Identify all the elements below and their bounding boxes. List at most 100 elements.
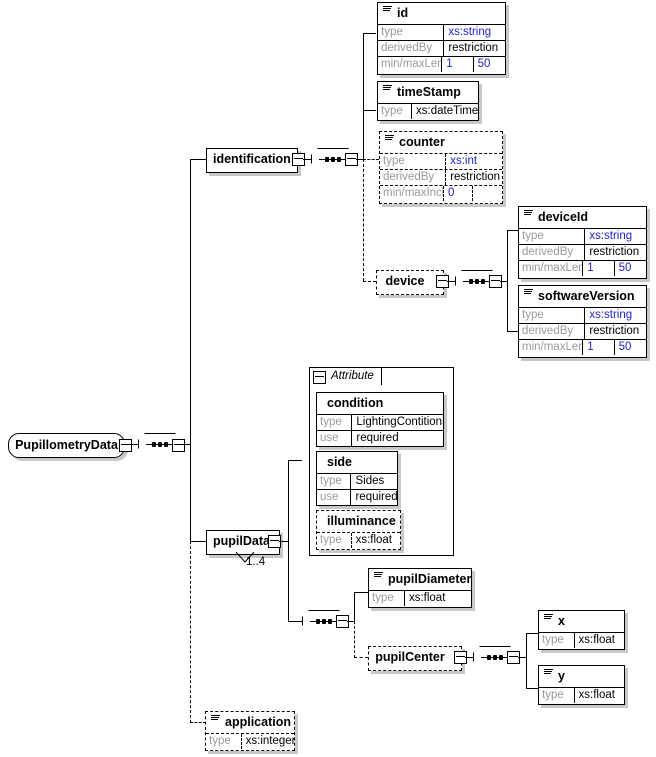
element-detail-counter[interactable]: counter type xs:int derivedBy restrictio… — [379, 131, 503, 204]
detail-row-label: type — [378, 104, 413, 119]
detail-row-label: derivedBy — [380, 170, 447, 185]
connector-line — [288, 460, 302, 461]
detail-row: type xs:integer — [206, 734, 294, 749]
collapse-toggle-attribute-group[interactable] — [313, 371, 326, 384]
collapse-toggle-root[interactable] — [119, 439, 132, 452]
detail-row: type xs:float — [539, 633, 624, 648]
element-name: y — [558, 669, 565, 683]
detail-row: derivedBy restriction — [519, 323, 646, 339]
connector-spine — [190, 159, 191, 542]
attribute-detail-condition[interactable]: condition type LightingContitions use re… — [316, 392, 444, 447]
element-detail-id[interactable]: id type xs:string derivedBy restriction … — [377, 2, 506, 75]
attribute-detail-header: illuminance — [317, 511, 400, 533]
detail-row-value: required — [356, 432, 399, 444]
element-detail-header: counter — [380, 132, 502, 154]
element-detail-deviceid[interactable]: deviceId type xs:string derivedBy restri… — [518, 206, 647, 279]
element-node-device[interactable]: device — [376, 270, 444, 295]
detail-row: type xs:string — [519, 229, 646, 244]
attribute-name: side — [327, 455, 353, 469]
element-type-icon — [524, 210, 533, 217]
sequence-dot-icon — [316, 618, 320, 624]
detail-row-label: min/maxLen — [519, 261, 584, 276]
element-detail-x[interactable]: x type xs:float — [538, 610, 625, 650]
connector-line — [303, 159, 311, 160]
detail-row: type xs:float — [369, 591, 471, 606]
sequence-dot-icon — [328, 618, 332, 624]
connector-line — [288, 621, 302, 622]
element-detail-header: x — [539, 611, 624, 633]
detail-row: derivedBy restriction — [378, 40, 505, 56]
detail-row-value: xs:float — [578, 689, 615, 701]
attribute-name: illuminance — [327, 514, 396, 528]
detail-row-label: type — [317, 415, 353, 430]
connector-line — [130, 444, 138, 445]
detail-row-value: xs:float — [408, 592, 446, 604]
detail-row-value: xs:integer — [245, 735, 294, 747]
sequence-dot-icon — [158, 441, 162, 447]
element-detail-application[interactable]: application type xs:integer — [205, 711, 295, 751]
element-node-label: identification — [213, 152, 291, 166]
element-name: id — [397, 6, 409, 20]
detail-row-value-max: 50 — [618, 262, 632, 274]
detail-row: derivedBy restriction — [519, 244, 646, 260]
attribute-detail-header: condition — [317, 393, 443, 415]
detail-row-label: type — [519, 229, 586, 244]
connector-line — [354, 592, 368, 593]
element-detail-softwareversion[interactable]: softwareVersion type xs:string derivedBy… — [518, 285, 647, 358]
detail-row: type xs:int — [380, 154, 502, 169]
element-detail-header: timeStamp — [378, 82, 478, 104]
detail-row-value: xs:string — [589, 309, 633, 321]
connector-line — [363, 33, 376, 34]
element-type-icon — [544, 669, 553, 676]
connector-spine-optional — [190, 541, 191, 723]
detail-row-value-min: 0 — [444, 186, 474, 201]
tab-mask — [311, 384, 381, 385]
detail-row: min/maxIncl 0 — [380, 185, 502, 201]
sequence-dot-icon — [337, 156, 341, 162]
root-element-pupillometrydata[interactable]: PupillometryData — [8, 433, 125, 458]
detail-row: min/maxLen 1 50 — [519, 260, 646, 276]
sequence-dot-icon — [322, 618, 326, 624]
attribute-detail-header: side — [317, 452, 397, 474]
detail-row-value: restriction — [448, 42, 499, 54]
detail-row: type Sides — [317, 474, 397, 489]
detail-row-value: xs:string — [589, 230, 633, 242]
connector-spine-optional — [354, 621, 355, 658]
detail-row-value: xs:string — [448, 26, 492, 38]
detail-row-label: min/maxIncl — [380, 186, 444, 201]
detail-row: derivedBy restriction — [380, 169, 502, 185]
element-name: application — [225, 715, 291, 729]
element-type-icon — [211, 715, 220, 722]
detail-row: type xs:dateTime — [378, 104, 478, 119]
collapse-toggle-root-sequence[interactable] — [172, 439, 185, 452]
detail-row-value: required — [355, 491, 397, 503]
attribute-detail-side[interactable]: side type Sides use required — [316, 451, 398, 506]
detail-row-label: derivedBy — [519, 245, 586, 260]
attribute-group-label: Attribute — [331, 370, 374, 382]
element-detail-timestamp[interactable]: timeStamp type xs:dateTime — [377, 81, 479, 121]
detail-row-value-max: 50 — [477, 58, 491, 70]
detail-row: min/maxLen 1 50 — [378, 56, 505, 72]
connector-line-optional — [363, 281, 376, 282]
attribute-detail-illuminance[interactable]: illuminance type xs:float — [316, 510, 401, 550]
detail-row: type xs:float — [539, 688, 624, 703]
detail-row-value: xs:dateTime — [416, 105, 478, 117]
attribute-group-tab[interactable]: Attribute — [309, 367, 382, 385]
detail-row: min/maxLen 1 50 — [519, 339, 646, 355]
connector-spine — [354, 592, 355, 621]
detail-row-label: type — [317, 474, 352, 489]
detail-row: use required — [317, 430, 443, 446]
element-detail-pupildiameter[interactable]: pupilDiameter type xs:float — [368, 568, 472, 608]
detail-row: type LightingContitions — [317, 415, 443, 430]
element-node-pupilcenter[interactable]: pupilCenter — [368, 646, 462, 671]
element-node-identification[interactable]: identification — [206, 148, 298, 173]
detail-row-label: type — [539, 688, 575, 703]
detail-row-value: restriction — [450, 171, 501, 183]
connector-spine — [288, 460, 289, 622]
element-detail-y[interactable]: y type xs:float — [538, 665, 625, 705]
sequence-dot-icon — [481, 278, 485, 284]
element-detail-header: id — [378, 3, 505, 25]
detail-row: use required — [317, 489, 397, 505]
connector-spine — [526, 633, 527, 689]
sequence-dot-icon — [499, 654, 503, 660]
